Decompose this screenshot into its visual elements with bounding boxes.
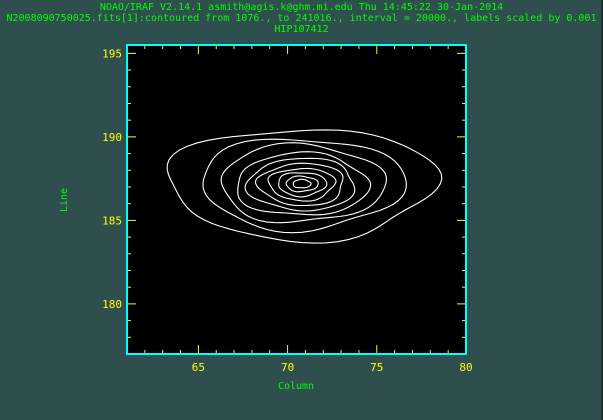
y-tick-label: 185 [102,214,122,227]
y-tick-label: 180 [102,298,122,311]
x-axis-label: Column [278,381,314,392]
y-axis-label: Line [59,188,70,212]
y-tick-label: 195 [102,47,122,60]
contour-plot: 65 70 75 80 180 185 190 195 Column Line [59,44,473,392]
x-tick-label: 65 [192,361,205,374]
plot-area [127,45,466,354]
x-tick-label: 80 [459,361,472,374]
iraf-graphics-window: NOAO/IRAF V2.14.1 asmith@agis.k@ghm.mi.e… [0,0,603,420]
y-tick-label: 190 [102,131,122,144]
x-tick-label: 70 [281,361,294,374]
x-tick-label: 75 [370,361,383,374]
